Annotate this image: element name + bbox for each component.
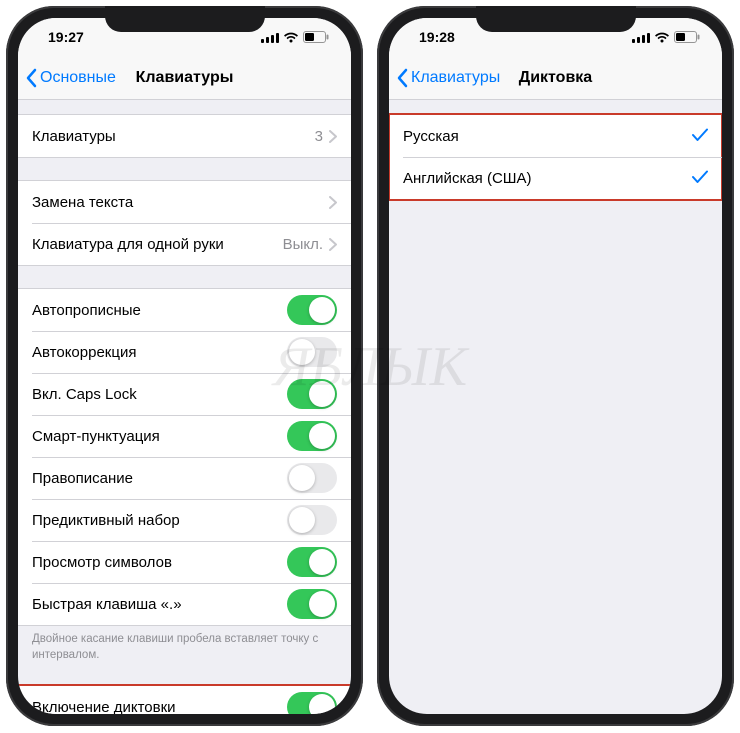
row-label: Правописание bbox=[32, 470, 287, 487]
group-toggles: Автопрописные Автокоррекция Вкл. Caps Lo… bbox=[18, 288, 351, 626]
group-text: Замена текста Клавиатура для одной руки … bbox=[18, 180, 351, 266]
toggle-smart-punct[interactable] bbox=[287, 421, 337, 451]
notch bbox=[476, 6, 636, 32]
phone-right: 19:28 Клавиатуры Диктовка Русская bbox=[377, 6, 734, 726]
row-keyboards[interactable]: Клавиатуры 3 bbox=[18, 115, 351, 157]
toggle-auto-caps[interactable] bbox=[287, 295, 337, 325]
group-keyboards: Клавиатуры 3 bbox=[18, 114, 351, 158]
screen-right: 19:28 Клавиатуры Диктовка Русская bbox=[389, 18, 722, 714]
signal-icon bbox=[632, 32, 650, 43]
wifi-icon bbox=[283, 32, 299, 43]
row-value: 3 bbox=[315, 128, 323, 145]
row-label: Клавиатура для одной руки bbox=[32, 236, 283, 253]
back-button[interactable]: Основные bbox=[26, 68, 116, 88]
row-caps-lock: Вкл. Caps Lock bbox=[18, 373, 351, 415]
chevron-left-icon bbox=[397, 68, 409, 88]
row-one-hand[interactable]: Клавиатура для одной руки Выкл. bbox=[18, 223, 351, 265]
status-time: 19:28 bbox=[419, 29, 455, 45]
toggle-auto-correct[interactable] bbox=[287, 337, 337, 367]
check-icon bbox=[692, 168, 708, 189]
row-text-replace[interactable]: Замена текста bbox=[18, 181, 351, 223]
nav-title: Клавиатуры bbox=[136, 69, 234, 87]
status-right bbox=[261, 31, 329, 43]
row-label: Замена текста bbox=[32, 194, 329, 211]
row-label: Быстрая клавиша «.» bbox=[32, 596, 287, 613]
back-label: Основные bbox=[40, 69, 116, 87]
row-label: Смарт-пунктуация bbox=[32, 428, 287, 445]
screen-left: 19:27 Основные Клавиатуры Клавиатуры 3 bbox=[18, 18, 351, 714]
phone-left: 19:27 Основные Клавиатуры Клавиатуры 3 bbox=[6, 6, 363, 726]
back-label: Клавиатуры bbox=[411, 69, 500, 87]
row-predictive: Предиктивный набор bbox=[18, 499, 351, 541]
row-auto-correct: Автокоррекция bbox=[18, 331, 351, 373]
chevron-right-icon bbox=[329, 130, 337, 143]
dictation-content[interactable]: Русская Английская (США) bbox=[389, 100, 722, 714]
row-label: Английская (США) bbox=[403, 170, 692, 187]
chevron-left-icon bbox=[26, 68, 38, 88]
row-label: Включение диктовки bbox=[32, 699, 287, 714]
group-dictation: Включение диктовки Диктовка bbox=[18, 685, 351, 714]
signal-icon bbox=[261, 32, 279, 43]
toggle-quick-period[interactable] bbox=[287, 589, 337, 619]
group-footer: Двойное касание клавиши пробела вставляе… bbox=[18, 626, 351, 663]
row-english[interactable]: Английская (США) bbox=[389, 157, 722, 199]
row-label: Просмотр символов bbox=[32, 554, 287, 571]
row-label: Клавиатуры bbox=[32, 128, 315, 145]
nav-bar: Основные Клавиатуры bbox=[18, 56, 351, 100]
status-right bbox=[632, 31, 700, 43]
row-label: Вкл. Caps Lock bbox=[32, 386, 287, 403]
row-enable-dictation: Включение диктовки bbox=[18, 686, 351, 714]
row-value: Выкл. bbox=[283, 236, 323, 253]
toggle-caps-lock[interactable] bbox=[287, 379, 337, 409]
row-auto-caps: Автопрописные bbox=[18, 289, 351, 331]
toggle-spelling[interactable] bbox=[287, 463, 337, 493]
toggle-char-preview[interactable] bbox=[287, 547, 337, 577]
nav-bar: Клавиатуры Диктовка bbox=[389, 56, 722, 100]
row-russian[interactable]: Русская bbox=[389, 115, 722, 157]
status-time: 19:27 bbox=[48, 29, 84, 45]
row-smart-punct: Смарт-пунктуация bbox=[18, 415, 351, 457]
chevron-right-icon bbox=[329, 238, 337, 251]
toggle-enable-dictation[interactable] bbox=[287, 692, 337, 714]
check-icon bbox=[692, 126, 708, 147]
battery-icon bbox=[674, 31, 700, 43]
row-label: Русская bbox=[403, 128, 692, 145]
battery-icon bbox=[303, 31, 329, 43]
row-char-preview: Просмотр символов bbox=[18, 541, 351, 583]
settings-content[interactable]: Клавиатуры 3 Замена текста Клавиатура дл… bbox=[18, 100, 351, 714]
row-label: Автопрописные bbox=[32, 302, 287, 319]
row-quick-period: Быстрая клавиша «.» bbox=[18, 583, 351, 625]
wifi-icon bbox=[654, 32, 670, 43]
row-label: Предиктивный набор bbox=[32, 512, 287, 529]
chevron-right-icon bbox=[329, 196, 337, 209]
group-languages: Русская Английская (США) bbox=[389, 114, 722, 200]
row-label: Автокоррекция bbox=[32, 344, 287, 361]
row-spelling: Правописание bbox=[18, 457, 351, 499]
notch bbox=[105, 6, 265, 32]
toggle-predictive[interactable] bbox=[287, 505, 337, 535]
back-button[interactable]: Клавиатуры bbox=[397, 68, 500, 88]
nav-title: Диктовка bbox=[519, 69, 592, 87]
